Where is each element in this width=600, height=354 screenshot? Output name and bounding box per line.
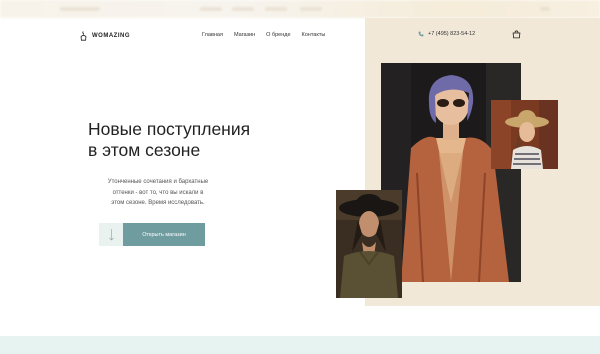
nav-about[interactable]: О бренде [266, 32, 290, 38]
scroll-down-button[interactable] [99, 223, 123, 246]
hero-description-line: оттенки - вот то, что вы искали в [112, 189, 204, 196]
hero-title-line-1: Новые поступления [88, 119, 251, 139]
hero-title-line-2: в этом сезоне [88, 140, 201, 160]
hero-description-line: Утонченные сочетания и бархатные [107, 179, 209, 185]
hero-photo-dark [336, 190, 402, 298]
hero-photo-hat [491, 100, 558, 169]
phone-number: +7 (495) 823-54-12 [428, 31, 476, 37]
hero-title: Новые поступления в этом сезоне [88, 119, 298, 161]
nav-home[interactable]: Главная [202, 32, 223, 38]
nav-contacts[interactable]: Контакты [302, 32, 326, 38]
hanger-icon [80, 31, 87, 41]
hero-description-line: этом сезоне. Время исследовать. [111, 200, 205, 206]
logo-text: WOMAZING [92, 33, 130, 39]
arrow-down-icon [108, 228, 114, 240]
hero-description: Утонченные сочетания и бархатные оттенки… [88, 177, 228, 209]
phone-icon [418, 31, 424, 37]
phone-link[interactable]: +7 (495) 823-54-12 [418, 31, 475, 37]
next-section-strip [0, 336, 600, 354]
nav-shop[interactable]: Магазин [234, 32, 255, 38]
hero-photo-main [381, 63, 521, 282]
blurred-top-bar [0, 0, 600, 18]
open-shop-button[interactable]: Открыть магазин [123, 223, 205, 246]
shopping-bag-icon[interactable] [512, 30, 521, 39]
logo[interactable]: WOMAZING [80, 31, 130, 41]
main-nav: Главная Магазин О бренде Контакты [202, 32, 325, 38]
